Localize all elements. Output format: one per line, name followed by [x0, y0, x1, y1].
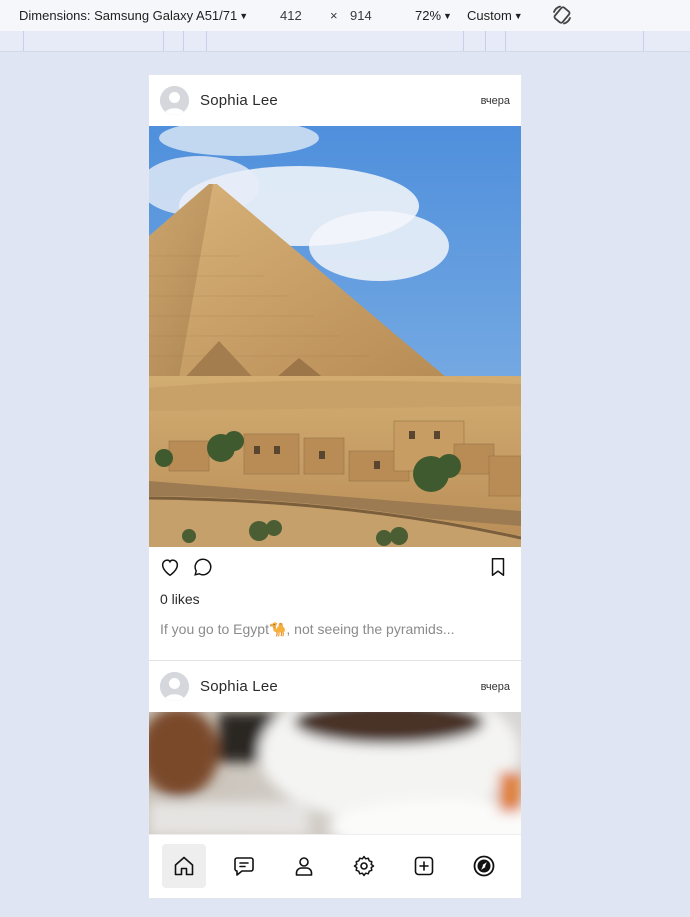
- chevron-down-icon: ▼: [513, 11, 523, 21]
- bookmark-icon[interactable]: [487, 556, 509, 578]
- post: Sophia Lee вчера: [149, 661, 521, 836]
- heart-icon[interactable]: [159, 556, 181, 578]
- comment-icon[interactable]: [192, 556, 214, 578]
- chevron-down-icon: ▼: [443, 11, 452, 21]
- avatar[interactable]: [160, 86, 189, 115]
- post-timestamp: вчера: [480, 95, 510, 107]
- post-image[interactable]: [149, 712, 521, 836]
- rotate-icon[interactable]: [551, 4, 573, 26]
- post-header: Sophia Lee вчера: [149, 75, 521, 126]
- throttle-label: Custom: [467, 8, 512, 23]
- post-timestamp: вчера: [480, 681, 510, 693]
- camel-emoji: 🐪: [268, 621, 287, 637]
- nav-settings[interactable]: [342, 844, 386, 888]
- nav-home[interactable]: [162, 844, 206, 888]
- bottom-nav: [149, 834, 521, 898]
- explore-icon: [473, 855, 495, 877]
- avatar[interactable]: [160, 672, 189, 701]
- nav-explore[interactable]: [462, 844, 506, 888]
- dimension-separator: ×: [330, 8, 338, 23]
- default-avatar-icon: [160, 672, 189, 701]
- username[interactable]: Sophia Lee: [200, 92, 278, 109]
- device-viewport: Sophia Lee вчера 0 likes If you go to Eg…: [149, 75, 521, 898]
- home-icon: [174, 856, 194, 876]
- width-input[interactable]: 412: [280, 8, 302, 23]
- zoom-label: 72%: [415, 8, 442, 23]
- caption-text-rest: , not seeing the pyramids...: [286, 621, 455, 637]
- devtools-toolbar: Dimensions: Samsung Galaxy A51/71 ▼ 412 ×…: [0, 0, 690, 32]
- throttle-select[interactable]: Custom ▼: [467, 8, 523, 23]
- settings-icon: [353, 855, 375, 877]
- user-icon: [295, 857, 313, 876]
- default-avatar-icon: [160, 86, 189, 115]
- post-caption: If you go to Egypt🐪, not seeing the pyra…: [160, 621, 455, 638]
- device-select[interactable]: Dimensions: Samsung Galaxy A51/71 ▼: [19, 8, 248, 23]
- nav-create[interactable]: [402, 844, 446, 888]
- post-header: Sophia Lee вчера: [149, 661, 521, 712]
- likes-count: 0 likes: [160, 591, 200, 607]
- chevron-down-icon: ▼: [239, 11, 249, 21]
- nav-messages[interactable]: [222, 844, 266, 888]
- device-label: Dimensions: Samsung Galaxy A51/71: [19, 8, 238, 23]
- zoom-select[interactable]: 72% ▼: [415, 8, 452, 23]
- post-actions: [149, 547, 521, 583]
- caption-text: If you go to Egypt: [160, 621, 269, 637]
- pyramid-photo: [149, 126, 521, 547]
- nav-profile[interactable]: [282, 844, 326, 888]
- coffee-photo: [149, 712, 521, 836]
- post-image[interactable]: [149, 126, 521, 547]
- chat-icon: [234, 857, 254, 876]
- add-icon: [414, 856, 434, 876]
- height-input[interactable]: 914: [350, 8, 372, 23]
- media-query-ruler: [0, 31, 690, 52]
- username[interactable]: Sophia Lee: [200, 678, 278, 695]
